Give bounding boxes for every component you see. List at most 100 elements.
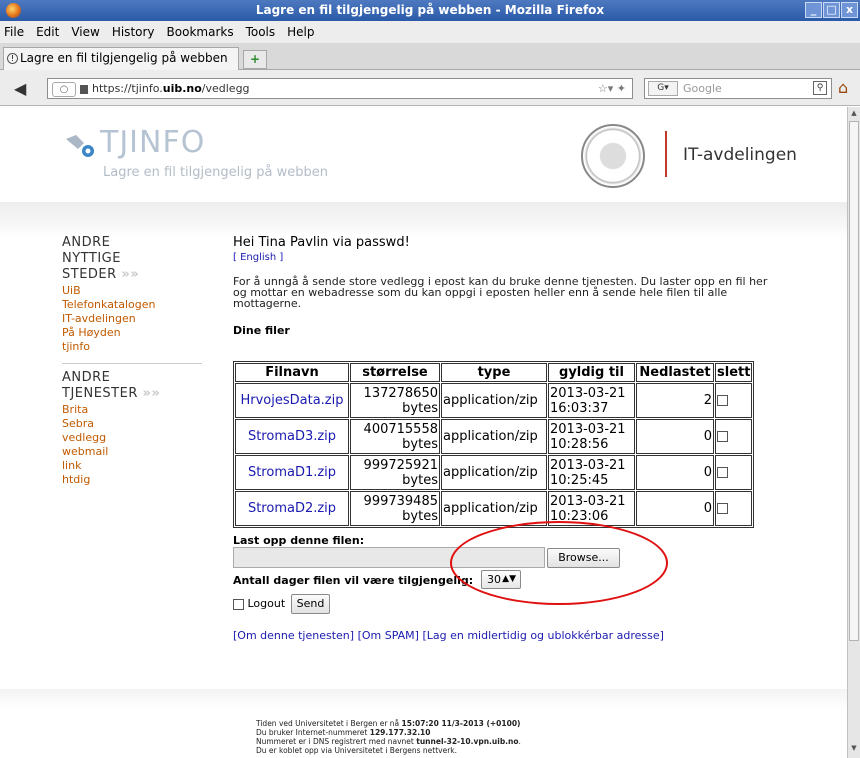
sidebar-title-line: ANDRE	[62, 235, 111, 250]
search-bar[interactable]: G▾ Google ⚲	[644, 78, 832, 99]
footer-text: Du bruker Internet-nummeret	[256, 728, 370, 737]
site-identity-icon[interactable]: ○	[52, 81, 76, 97]
sidebar-item-uib[interactable]: UiB	[62, 284, 81, 297]
sidebar-section-title: ANDRE TJENESTER »»	[62, 370, 202, 402]
delete-checkbox[interactable]	[717, 467, 728, 478]
temp-address-link[interactable]: [Lag en midlertidig og ublokkérbar adres…	[422, 629, 663, 642]
file-link[interactable]: StromaD1.zip	[248, 465, 336, 480]
logout-checkbox[interactable]	[233, 598, 244, 610]
footer-time: 15:07:20 11/3-2013 (+0100)	[401, 719, 521, 728]
sidebar-section-title: ANDRE NYTTIGE STEDER »»	[62, 235, 202, 283]
sidebar-item-webmail[interactable]: webmail	[62, 445, 108, 458]
menu-view[interactable]: View	[71, 25, 99, 39]
main-content: Hei Tina Pavlin via passwd! [ English ] …	[233, 235, 773, 337]
back-icon[interactable]: ◀	[14, 79, 26, 98]
tab-strip: ! Lagre en fil tilgjengelig på webben +	[0, 43, 860, 70]
menu-help[interactable]: Help	[287, 25, 314, 39]
sidebar-title-line: STEDER	[62, 267, 117, 282]
delete-checkbox[interactable]	[717, 503, 728, 514]
url-prefix: https://tjinfo.	[92, 82, 163, 95]
spam-link[interactable]: [Om SPAM]	[358, 629, 419, 642]
files-table: Filnavn størrelse type gyldig til Nedlas…	[233, 361, 755, 528]
annotation-ellipse	[450, 521, 668, 605]
footer-text: Du er koblet opp via Universitetet i Ber…	[256, 746, 458, 755]
table-row: StromaD2.zip 999739485 bytes application/…	[235, 491, 753, 526]
delete-checkbox[interactable]	[717, 431, 728, 442]
search-engine-icon[interactable]: G▾	[648, 81, 678, 96]
sidebar: ANDRE NYTTIGE STEDER »» UiB Telefonkatal…	[62, 235, 202, 487]
maximize-button[interactable]: □	[823, 2, 840, 18]
file-size-unit: bytes	[402, 472, 438, 488]
vertical-scrollbar[interactable]: ▲ ▼	[847, 107, 860, 758]
delete-checkbox[interactable]	[717, 395, 728, 406]
my-files-heading: Dine filer	[233, 324, 290, 337]
wrench-icon	[66, 135, 94, 157]
valid-time: 10:28:56	[550, 436, 609, 452]
sidebar-item-sebra[interactable]: Sebra	[62, 417, 94, 430]
download-count: 0	[636, 419, 714, 454]
menu-bookmarks[interactable]: Bookmarks	[167, 25, 234, 39]
scroll-up-icon[interactable]: ▲	[849, 108, 859, 119]
file-link[interactable]: HrvojesData.zip	[240, 393, 343, 408]
download-count: 0	[636, 455, 714, 490]
page-icon: !	[7, 53, 18, 64]
menu-edit[interactable]: Edit	[36, 25, 59, 39]
menu-tools[interactable]: Tools	[246, 25, 276, 39]
close-button[interactable]: x	[841, 2, 858, 18]
file-size: 999739485	[363, 493, 438, 509]
sidebar-item-link[interactable]: link	[62, 459, 81, 472]
sidebar-item-telefonkatalogen[interactable]: Telefonkatalogen	[62, 298, 156, 311]
footer-text: Nummeret er i DNS registrert med navnet	[256, 737, 417, 746]
footer-info: Tiden ved Universitetet i Bergen er nå 1…	[256, 719, 521, 755]
table-row: StromaD3.zip 400715558 bytes application/…	[235, 419, 753, 454]
search-placeholder: Google	[683, 82, 722, 95]
url-path: /vedlegg	[201, 82, 250, 95]
home-icon[interactable]: ⌂	[838, 78, 848, 97]
menu-file[interactable]: File	[4, 25, 24, 39]
intro-text: For å unngå å sende store vedlegg i epos…	[233, 275, 768, 310]
logout-option: Logout	[233, 597, 285, 611]
firefox-icon	[6, 3, 21, 18]
minimize-button[interactable]: _	[805, 2, 822, 18]
file-size-unit: bytes	[402, 436, 438, 452]
header-band	[0, 202, 847, 237]
search-icon[interactable]: ⚲	[813, 81, 827, 95]
sidebar-item-pa-hoyden[interactable]: På Høyden	[62, 326, 121, 339]
col-header-gyldig: gyldig til	[548, 363, 635, 382]
english-link[interactable]: [ English ]	[233, 252, 283, 263]
window-title: Lagre en fil tilgjengelig på webben - Mo…	[255, 3, 605, 17]
tab-active[interactable]: ! Lagre en fil tilgjengelig på webben	[3, 47, 239, 70]
new-tab-button[interactable]: +	[243, 50, 267, 69]
site-footer: Tiden ved Universitetet i Bergen er nå 1…	[0, 689, 847, 758]
col-header-nedlastet: Nedlastet	[636, 363, 714, 382]
footer-text: Tiden ved Universitetet i Bergen er nå	[256, 719, 402, 728]
scroll-down-icon[interactable]: ▼	[849, 743, 859, 754]
greeting: Hei Tina Pavlin via passwd!	[233, 235, 410, 250]
header-divider	[665, 131, 667, 177]
file-link[interactable]: StromaD2.zip	[248, 501, 336, 516]
menu-history[interactable]: History	[112, 25, 155, 39]
file-type: application/zip	[441, 383, 547, 418]
page-content: TJINFO Lagre en fil tilgjengelig på webb…	[0, 107, 847, 758]
double-arrow-icon: »»	[121, 267, 140, 282]
valid-date: 2013-03-21	[550, 493, 626, 509]
send-button[interactable]: Send	[291, 594, 330, 614]
lock-icon	[80, 84, 88, 94]
table-header-row: Filnavn størrelse type gyldig til Nedlas…	[235, 363, 753, 382]
nav-bar: ◀ ○ https://tjinfo.uib.no/vedlegg ☆▾ ✦ G▾…	[0, 70, 860, 106]
about-link[interactable]: [Om denne tjenesten]	[233, 629, 354, 642]
file-link[interactable]: StromaD3.zip	[248, 429, 336, 444]
menu-bar: File Edit View History Bookmarks Tools H…	[0, 21, 860, 43]
bookmark-star-icon[interactable]: ☆▾ ✦	[598, 79, 626, 98]
sidebar-item-vedlegg[interactable]: vedlegg	[62, 431, 106, 444]
scroll-thumb[interactable]	[849, 121, 859, 641]
url-bar[interactable]: ○ https://tjinfo.uib.no/vedlegg ☆▾ ✦	[47, 78, 633, 99]
sidebar-item-htdig[interactable]: htdig	[62, 473, 90, 486]
sidebar-item-brita[interactable]: Brita	[62, 403, 88, 416]
sidebar-item-it-avdelingen[interactable]: IT-avdelingen	[62, 312, 136, 325]
file-size-unit: bytes	[402, 508, 438, 524]
sidebar-item-tjinfo[interactable]: tjinfo	[62, 340, 90, 353]
sidebar-title-line: NYTTIGE	[62, 251, 121, 266]
valid-date: 2013-03-21	[550, 421, 626, 437]
logout-label: Logout	[247, 597, 286, 610]
